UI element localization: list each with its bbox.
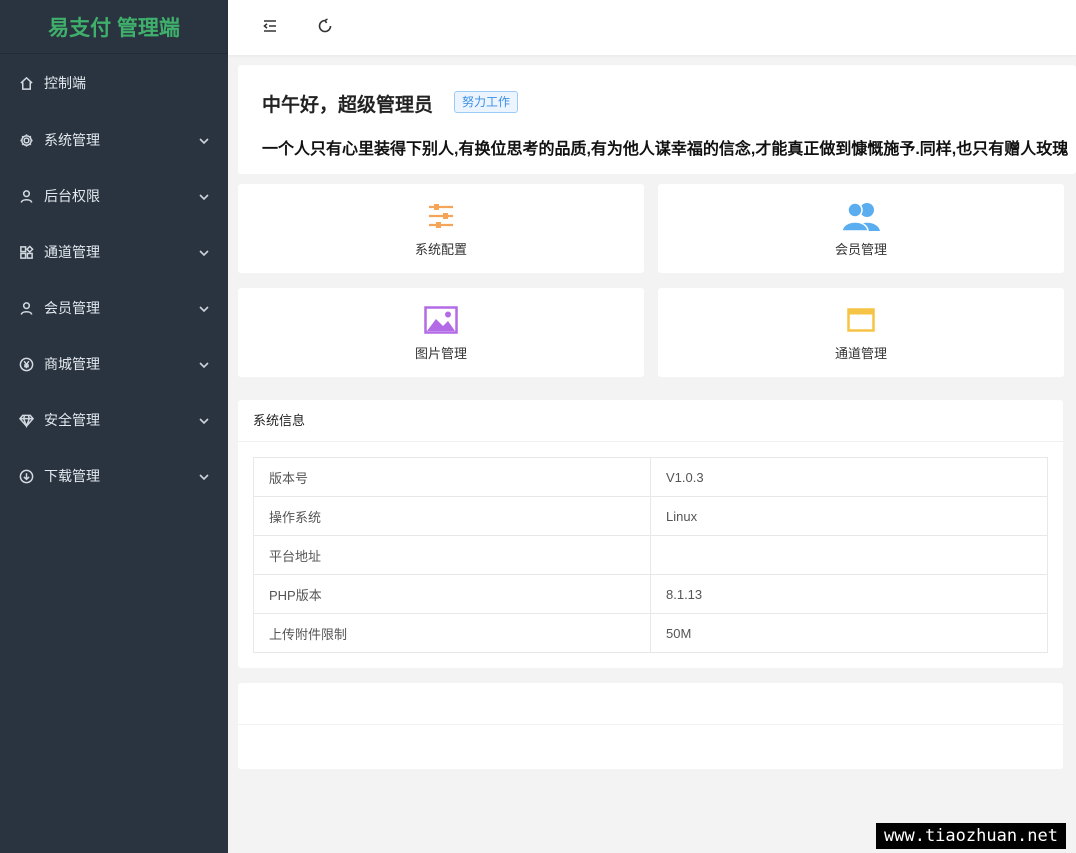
chevron-down-icon <box>198 414 210 426</box>
user-icon <box>18 300 34 316</box>
sidebar-item-members[interactable]: 会员管理 <box>0 280 228 336</box>
sidebar-item-label: 系统管理 <box>44 132 100 148</box>
info-key: PHP版本 <box>253 574 651 614</box>
home-icon <box>18 75 34 91</box>
quick-link-members[interactable]: 会员管理 <box>658 184 1064 273</box>
user-icon <box>18 188 34 204</box>
sidebar: 易支付 管理端 控制端 系统管理 后台权限 通道管理 会员管理 商城管理 安全管… <box>0 0 228 853</box>
chevron-down-icon <box>198 302 210 314</box>
sidebar-item-console[interactable]: 控制端 <box>0 54 228 112</box>
sidebar-item-label: 通道管理 <box>44 244 100 260</box>
sidebar-item-mall[interactable]: 商城管理 <box>0 336 228 392</box>
yen-icon <box>18 356 34 372</box>
sidebar-item-security[interactable]: 安全管理 <box>0 392 228 448</box>
diamond-icon <box>18 412 34 428</box>
quick-link-system-config[interactable]: 系统配置 <box>238 184 644 273</box>
sliders-icon <box>421 199 461 233</box>
users-icon <box>841 199 881 233</box>
quick-link-label: 图片管理 <box>414 346 467 361</box>
quote-text: 一个人只有心里装得下别人,有换位思考的品质,有为他人谋幸福的信念,才能真正做到慷… <box>262 141 1069 158</box>
info-key: 平台地址 <box>253 535 651 575</box>
system-info-card: 系统信息 版本号 V1.0.3 操作系统 Linux 平台地址 PHP版本 8.… <box>238 400 1063 668</box>
info-value: 50M <box>650 613 1048 653</box>
welcome-card: 中午好，超级管理员 努力工作 一个人只有心里装得下别人,有换位思考的品质,有为他… <box>238 65 1076 174</box>
table-row: PHP版本 8.1.13 <box>253 574 1048 614</box>
empty-card <box>238 683 1063 769</box>
sidebar-item-permissions[interactable]: 后台权限 <box>0 168 228 224</box>
info-key: 操作系统 <box>253 496 651 536</box>
divider <box>238 724 1063 725</box>
quick-link-images[interactable]: 图片管理 <box>238 288 644 377</box>
quick-link-channels[interactable]: 通道管理 <box>658 288 1064 377</box>
sidebar-item-label: 控制端 <box>44 75 86 91</box>
info-value <box>650 535 1048 575</box>
chevron-down-icon <box>198 246 210 258</box>
sidebar-item-downloads[interactable]: 下载管理 <box>0 448 228 504</box>
topbar <box>228 0 1076 55</box>
window-icon <box>841 303 881 337</box>
table-row: 操作系统 Linux <box>253 496 1048 536</box>
quick-link-label: 系统配置 <box>414 242 467 257</box>
table-row: 上传附件限制 50M <box>253 613 1048 653</box>
greeting-text: 中午好，超级管理员 <box>262 95 434 116</box>
refresh-icon[interactable] <box>315 16 335 36</box>
table-row: 版本号 V1.0.3 <box>253 457 1048 497</box>
info-value: Linux <box>650 496 1048 536</box>
download-icon <box>18 468 34 484</box>
brand-logo: 易支付 管理端 <box>0 0 228 54</box>
chevron-down-icon <box>198 358 210 370</box>
table-row: 平台地址 <box>253 535 1048 575</box>
info-value: V1.0.3 <box>650 457 1048 497</box>
system-info-title: 系统信息 <box>238 400 1063 442</box>
quick-link-label: 通道管理 <box>834 346 887 361</box>
sidebar-item-label: 会员管理 <box>44 300 100 316</box>
chevron-down-icon <box>198 470 210 482</box>
quick-link-label: 会员管理 <box>834 242 887 257</box>
sidebar-item-label: 安全管理 <box>44 412 100 428</box>
image-icon <box>421 303 461 337</box>
status-badge: 努力工作 <box>454 91 519 113</box>
sidebar-item-label: 下载管理 <box>44 468 100 484</box>
sidebar-item-label: 商城管理 <box>44 356 100 372</box>
system-info-table: 版本号 V1.0.3 操作系统 Linux 平台地址 PHP版本 8.1.13 … <box>253 457 1048 653</box>
gear-icon <box>18 132 34 148</box>
menu-fold-icon[interactable] <box>260 16 280 36</box>
chevron-down-icon <box>198 190 210 202</box>
watermark: www.tiaozhuan.net <box>876 823 1066 849</box>
sidebar-item-system[interactable]: 系统管理 <box>0 112 228 168</box>
chevron-down-icon <box>198 134 210 146</box>
info-key: 上传附件限制 <box>253 613 651 653</box>
grid-icon <box>18 244 34 260</box>
sidebar-item-label: 后台权限 <box>44 188 100 204</box>
info-key: 版本号 <box>253 457 651 497</box>
sidebar-item-channels[interactable]: 通道管理 <box>0 224 228 280</box>
info-value: 8.1.13 <box>650 574 1048 614</box>
